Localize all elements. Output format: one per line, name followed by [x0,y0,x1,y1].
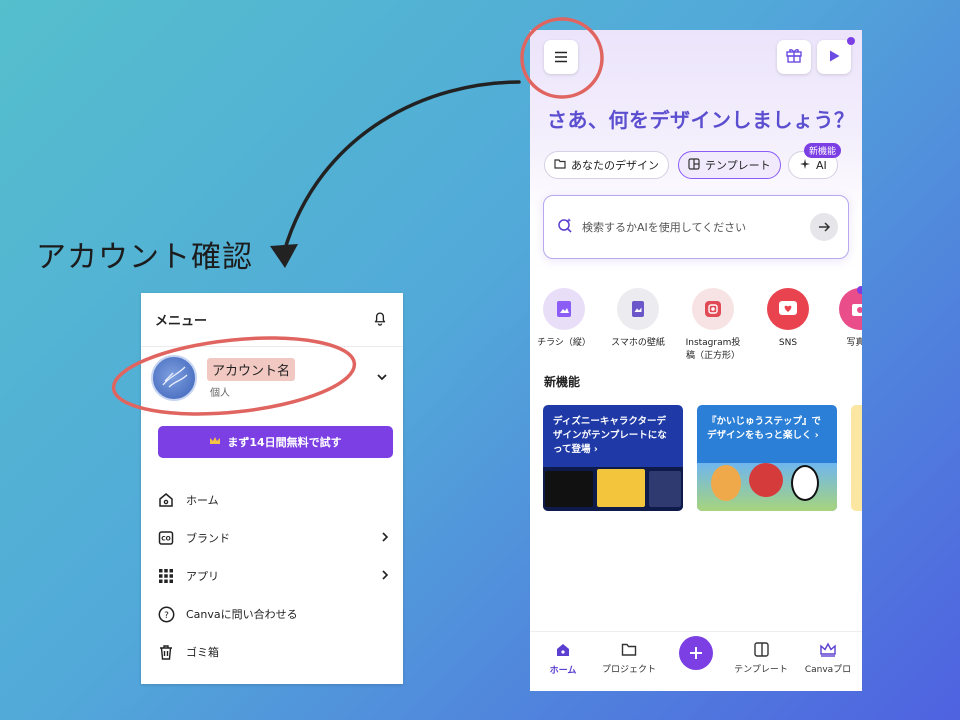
menu-item-contact[interactable]: ? Canvaに問い合わせる [141,595,403,633]
quick-action-instagram-post[interactable]: Instagram投 稿（正方形） [681,288,745,363]
menu-item-brand[interactable]: CO ブランド [141,519,403,557]
arrow-right-icon [819,222,831,232]
home-icon [157,491,175,509]
crown-icon [209,436,221,449]
gift-button[interactable] [777,40,811,74]
create-design-button[interactable] [679,636,713,670]
template-icon [688,157,700,173]
nav-canva-pro[interactable]: Canvaプロ [796,642,860,675]
help-icon: ? [157,605,175,623]
account-type: 個人 [210,387,230,399]
svg-text:?: ? [164,611,169,621]
menu-item-label: ゴミ箱 [186,646,219,659]
nav-label: ホーム [549,666,577,676]
chevron-right-icon [379,531,391,546]
hamburger-menu-button[interactable] [544,40,578,74]
chip-label: テンプレート [705,159,771,172]
apps-grid-icon [157,567,175,585]
free-trial-label: まず14日間無料で試す [227,436,342,449]
sparkle-icon [799,158,811,173]
plus-icon [690,647,702,659]
flyer-icon [543,288,585,330]
menu-panel: メニュー アカウント名 個人 まず14日間無料で試す ホーム CO ブランド ア… [141,293,403,684]
quick-action-phone-wallpaper[interactable]: スマホの壁紙 [606,288,670,350]
menu-item-label: Canvaに問い合わせる [186,608,298,621]
menu-item-home[interactable]: ホーム [141,481,403,519]
account-switcher[interactable]: アカウント名 個人 [141,347,403,409]
quick-action-label: SNS [778,338,798,348]
menu-title: メニュー [155,314,208,329]
quick-action-label: Instagram投 稿（正方形） [685,338,741,361]
free-trial-button[interactable]: まず14日間無料で試す [158,426,393,458]
menu-item-apps[interactable]: アプリ [141,557,403,595]
instagram-icon [692,288,734,330]
heart-icon [767,288,809,330]
folder-icon [621,643,637,656]
chevron-right-icon [379,569,391,584]
gift-icon [785,46,803,68]
chip-label: あなたのデザイン [571,159,659,172]
canva-home-screen: さあ、何をデザインしましょう？ あなたのデザイン テンプレート AI 新機能 検… [530,30,862,691]
quick-action-label: 写真エ [846,338,862,348]
account-name: アカウント名 [207,357,296,381]
menu-item-label: ホーム [186,494,219,507]
crown-icon [820,642,836,657]
feature-card-partial[interactable] [851,405,862,511]
quick-action-sns[interactable]: SNS [756,288,820,350]
feature-card-kaiju-step[interactable]: 『かいじゅうステップ』でデザインをもっと楽しく › [697,405,837,511]
quick-action-label: スマホの壁紙 [611,338,665,348]
new-feature-badge: 新機能 [804,143,842,158]
trash-icon [157,643,175,661]
quick-action-photo-edit[interactable]: 写真エ [828,288,862,350]
menu-item-label: ブランド [186,532,230,545]
search-placeholder: 検索するかAIを使用してください [582,221,747,234]
headline: さあ、何をデザインしましょう？ [547,108,855,132]
wallpaper-icon [617,288,659,330]
search-bar[interactable]: 検索するかAIを使用してください [543,195,849,259]
avatar [151,355,197,401]
nav-label: テンプレート [734,665,788,675]
menu-items: ホーム CO ブランド アプリ ? Canvaに問い合わせる ゴミ箱 [141,481,403,671]
feature-card-text: ディズニーキャラクターデザインがテンプレートになって登場 › [553,416,667,455]
card-thumbnail [543,467,683,511]
nav-label: プロジェクト [601,665,656,675]
play-icon [827,48,841,67]
search-submit-button[interactable] [810,213,838,241]
notification-dot [847,37,855,45]
brand-icon: CO [157,529,175,547]
nav-home[interactable]: ホーム [531,642,595,676]
menu-item-label: アプリ [186,570,219,583]
svg-text:CO: CO [161,536,171,543]
camera-icon [839,288,862,330]
ai-search-icon [556,216,574,238]
menu-item-trash[interactable]: ゴミ箱 [141,633,403,671]
feature-card-text: 『かいじゅうステップ』でデザインをもっと楽しく › [707,416,822,441]
video-tutorial-button[interactable] [817,40,851,74]
template-icon [753,642,769,657]
chip-templates[interactable]: テンプレート [678,151,781,179]
bell-icon[interactable] [371,309,389,331]
menu-header: メニュー [141,293,403,347]
quick-action-label: チラシ（縦） [537,338,591,348]
bottom-navigation: ホーム プロジェクト テンプレート Canvaプロ [530,631,862,691]
home-icon [557,644,569,656]
notification-dot [857,286,862,294]
nav-projects[interactable]: プロジェクト [597,642,661,675]
hamburger-icon [554,48,568,67]
chip-your-designs[interactable]: あなたのデザイン [544,151,669,179]
card-thumbnail [697,463,837,511]
section-title-new-features: 新機能 [544,375,581,389]
nav-templates[interactable]: テンプレート [729,642,793,675]
chip-label: AI [816,158,827,172]
nav-label: Canvaプロ [804,665,852,675]
feature-card-disney[interactable]: ディズニーキャラクターデザインがテンプレートになって登場 › [543,405,683,511]
quick-action-flyer[interactable]: チラシ（縦） [532,288,596,350]
chevron-down-icon[interactable] [375,369,389,388]
folder-icon [554,158,566,172]
